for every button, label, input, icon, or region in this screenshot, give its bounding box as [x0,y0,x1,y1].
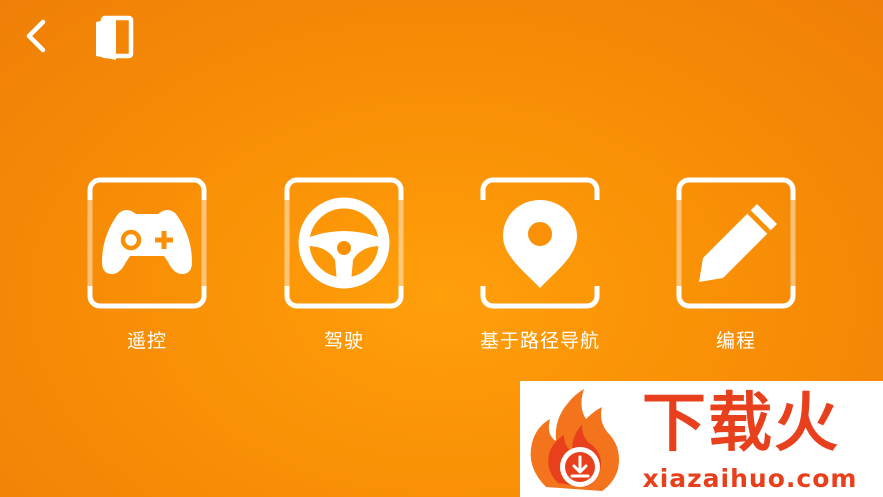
back-button[interactable] [18,16,58,56]
gamepad-icon [102,210,192,274]
mode-driving[interactable]: 驾驶 [250,176,410,356]
mode-label: 驾驶 [323,330,364,352]
watermark-title: 下载火 [642,387,840,461]
mode-path-navigation[interactable]: 基于路径导航 [446,176,606,356]
guide-book-button[interactable] [92,14,136,60]
chevron-left-icon [26,19,46,53]
watermark-url: xiazaihuo.com [642,464,858,493]
mode-programming[interactable]: 编程 [642,176,802,356]
book-icon [96,15,134,60]
mode-selector: 遥控 驾驶 基于路径导航 编程 [0,176,883,356]
watermark-banner: 下载火 xiazaihuo.com [520,381,883,497]
flame-logo-icon [530,389,619,491]
mode-remote-control[interactable]: 遥控 [53,176,213,356]
steering-wheel-icon [298,197,390,289]
pencil-icon [699,204,777,282]
mode-label: 遥控 [126,330,167,352]
mode-label: 编程 [715,330,756,352]
mode-label: 基于路径导航 [479,330,600,352]
map-pin-icon [503,200,577,288]
